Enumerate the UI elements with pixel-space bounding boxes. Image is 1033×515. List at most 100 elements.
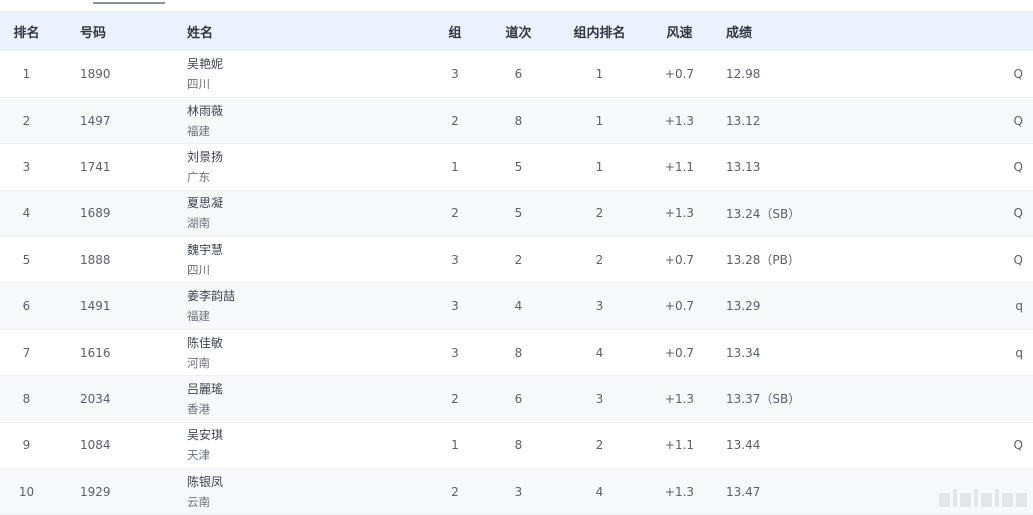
athlete-name[interactable]: 陈佳敏 bbox=[187, 333, 425, 353]
lane-cell: 8 bbox=[514, 438, 523, 453]
wind-cell: +1.1 bbox=[664, 159, 695, 174]
group-rank-cell: 1 bbox=[595, 66, 604, 81]
wind-cell: +0.7 bbox=[664, 252, 695, 267]
qualification-cell: Q bbox=[1013, 252, 1023, 267]
result-cell: 13.24（SB） bbox=[726, 206, 801, 221]
rank-cell: 10 bbox=[18, 484, 35, 499]
active-tab-indicator bbox=[93, 2, 165, 4]
bib-cell: 1616 bbox=[80, 345, 111, 360]
group-cell: 2 bbox=[451, 206, 459, 221]
athlete-name[interactable]: 林雨薇 bbox=[187, 101, 425, 121]
athlete-name[interactable]: 吕麗瑤 bbox=[187, 379, 425, 399]
group-rank-cell: 1 bbox=[595, 159, 604, 174]
table-row[interactable]: 9 1084 吴安琪 天津 1 8 2 +1.1 13.44 Q bbox=[0, 422, 1033, 469]
wind-cell: +1.3 bbox=[664, 206, 695, 221]
qualification-cell: Q bbox=[1013, 159, 1023, 174]
table-row[interactable]: 6 1491 姜李韵喆 福建 3 4 3 +0.7 13.29 q bbox=[0, 282, 1033, 330]
bib-cell: 1888 bbox=[80, 252, 111, 267]
table-row[interactable]: 4 1689 夏思凝 湖南 2 5 2 +1.3 13.24（SB） Q bbox=[0, 190, 1033, 237]
watermark-icon bbox=[939, 489, 1027, 507]
header-group-rank[interactable]: 组内排名 bbox=[552, 12, 647, 51]
athlete-team: 福建 bbox=[187, 309, 210, 324]
bib-cell: 1491 bbox=[80, 299, 111, 314]
athlete-name[interactable]: 姜李韵喆 bbox=[187, 286, 425, 306]
athlete-name[interactable]: 刘景扬 bbox=[187, 147, 425, 167]
athlete-name[interactable]: 吴安琪 bbox=[187, 425, 425, 445]
athlete-team: 广东 bbox=[187, 169, 210, 184]
header-bib[interactable]: 号码 bbox=[53, 12, 187, 51]
wind-cell: +1.1 bbox=[664, 438, 695, 453]
athlete-cell: 林雨薇 福建 bbox=[187, 97, 425, 143]
result-cell: 13.13 bbox=[726, 159, 761, 174]
group-rank-cell: 2 bbox=[595, 438, 604, 453]
header-group[interactable]: 组 bbox=[425, 12, 485, 51]
lane-cell: 4 bbox=[514, 299, 523, 314]
bib-cell: 1689 bbox=[80, 206, 111, 221]
header-name[interactable]: 姓名 bbox=[187, 12, 425, 51]
group-cell: 3 bbox=[451, 66, 459, 81]
athlete-name[interactable]: 吴艳妮 bbox=[187, 54, 425, 74]
athlete-team: 湖南 bbox=[187, 216, 210, 231]
athlete-team: 天津 bbox=[187, 448, 210, 463]
table-row[interactable]: 1 1890 吴艳妮 四川 3 6 1 +0.7 12.98 Q bbox=[0, 51, 1033, 98]
wind-cell: +1.3 bbox=[664, 391, 695, 406]
athlete-team: 香港 bbox=[187, 401, 210, 416]
wind-cell: +1.3 bbox=[664, 484, 695, 499]
results-table: 排名 号码 姓名 组 道次 组内排名 风速 成绩 1 1890 吴艳妮四川 3 6 1 +0… bbox=[0, 12, 1033, 515]
results-body: 1 1890 吴艳妮四川 3 6 1 +0.7 12.98 Q 2 1497 林雨薇福建 2 8 1 +1.3… bbox=[0, 51, 1033, 515]
wind-cell: +1.3 bbox=[664, 113, 695, 128]
athlete-name[interactable]: 夏思凝 bbox=[187, 193, 425, 213]
athlete-name[interactable]: 陈银凤 bbox=[187, 472, 425, 492]
table-row[interactable]: 3 1741 刘景扬 广东 1 5 1 +1.1 13.13 Q bbox=[0, 144, 1033, 191]
rank-cell: 1 bbox=[22, 66, 31, 81]
header-lane[interactable]: 道次 bbox=[485, 12, 552, 51]
rank-cell: 2 bbox=[22, 113, 31, 128]
wind-cell: +0.7 bbox=[664, 66, 695, 81]
table-row[interactable]: 10 1929 陈银凤 云南 2 3 4 +1.3 13.47 bbox=[0, 468, 1033, 515]
athlete-cell: 陈银凤 云南 bbox=[187, 469, 425, 515]
header-wind[interactable]: 风速 bbox=[647, 12, 712, 51]
bib-cell: 1929 bbox=[80, 484, 111, 499]
athlete-name[interactable]: 魏宇慧 bbox=[187, 240, 425, 260]
rank-cell: 8 bbox=[22, 391, 31, 406]
table-row[interactable]: 7 1616 陈佳敏 河南 3 8 4 +0.7 13.34 q bbox=[0, 329, 1033, 376]
qualification-cell: Q bbox=[1013, 113, 1023, 128]
result-cell: 12.98 bbox=[726, 66, 761, 81]
bib-cell: 1890 bbox=[80, 66, 111, 81]
bib-cell: 2034 bbox=[80, 391, 111, 406]
group-cell: 3 bbox=[451, 252, 459, 267]
header-rank[interactable]: 排名 bbox=[0, 12, 53, 51]
group-cell: 3 bbox=[451, 345, 459, 360]
header-result[interactable]: 成绩 bbox=[712, 12, 950, 51]
lane-cell: 2 bbox=[514, 252, 523, 267]
qualification-cell: q bbox=[1015, 299, 1023, 314]
lane-cell: 6 bbox=[514, 66, 523, 81]
athlete-team: 云南 bbox=[187, 494, 210, 509]
group-cell: 2 bbox=[451, 484, 459, 499]
qualification-cell bbox=[950, 376, 1033, 422]
result-cell: 13.34 bbox=[726, 345, 761, 360]
header-qualification bbox=[950, 12, 1033, 51]
lane-cell: 8 bbox=[514, 113, 523, 128]
table-row[interactable]: 8 2034 吕麗瑤 香港 2 6 3 +1.3 13.37（SB） bbox=[0, 375, 1033, 423]
athlete-cell: 吕麗瑤 香港 bbox=[187, 376, 425, 422]
athlete-team: 四川 bbox=[187, 76, 210, 91]
group-rank-cell: 4 bbox=[595, 345, 604, 360]
group-cell: 1 bbox=[451, 438, 459, 453]
bib-cell: 1741 bbox=[80, 159, 111, 174]
wind-cell: +0.7 bbox=[664, 299, 695, 314]
rank-cell: 6 bbox=[22, 299, 31, 314]
athlete-team: 福建 bbox=[187, 123, 210, 138]
group-rank-cell: 3 bbox=[595, 391, 604, 406]
athlete-cell: 姜李韵喆 福建 bbox=[187, 283, 425, 329]
rank-cell: 9 bbox=[22, 438, 31, 453]
rank-cell: 3 bbox=[22, 159, 31, 174]
group-cell: 2 bbox=[451, 391, 459, 406]
table-row[interactable]: 5 1888 魏宇慧 四川 3 2 2 +0.7 13.28（PB） Q bbox=[0, 237, 1033, 283]
bib-cell: 1497 bbox=[80, 113, 111, 128]
group-cell: 3 bbox=[451, 299, 459, 314]
top-tab-strip bbox=[0, 0, 1033, 12]
table-row[interactable]: 2 1497 林雨薇 福建 2 8 1 +1.3 13.12 Q bbox=[0, 97, 1033, 144]
group-rank-cell: 1 bbox=[595, 113, 604, 128]
result-cell: 13.12 bbox=[726, 113, 761, 128]
